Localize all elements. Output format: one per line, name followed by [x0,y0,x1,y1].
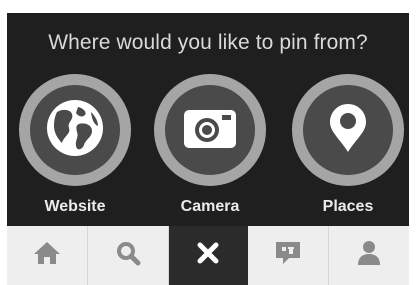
close-icon [196,241,220,270]
pin-source-screen: Where would you like to pin from? Websit… [7,13,409,285]
places-button[interactable] [292,74,404,186]
camera-button[interactable] [154,74,266,186]
camera-label: Camera [180,198,240,215]
website-option[interactable]: Website [19,74,131,216]
tab-close[interactable] [168,226,249,285]
places-label: Places [322,198,374,215]
tab-bar [7,226,409,285]
tab-profile[interactable] [329,226,409,285]
search-icon [115,240,141,271]
map-pin-icon [328,102,368,159]
home-icon [33,241,61,270]
camera-option[interactable]: Camera [154,74,266,216]
page-title: Where would you like to pin from? [48,31,368,54]
tab-search[interactable] [88,226,169,285]
person-icon [357,240,381,271]
tab-home[interactable] [7,226,88,285]
tab-news[interactable] [248,226,330,285]
places-option[interactable]: Places [292,74,404,216]
website-button[interactable] [19,74,131,186]
globe-icon [45,98,105,163]
website-label: Website [44,198,106,215]
camera-icon [182,106,238,155]
speech-bubble-icon [274,240,302,271]
